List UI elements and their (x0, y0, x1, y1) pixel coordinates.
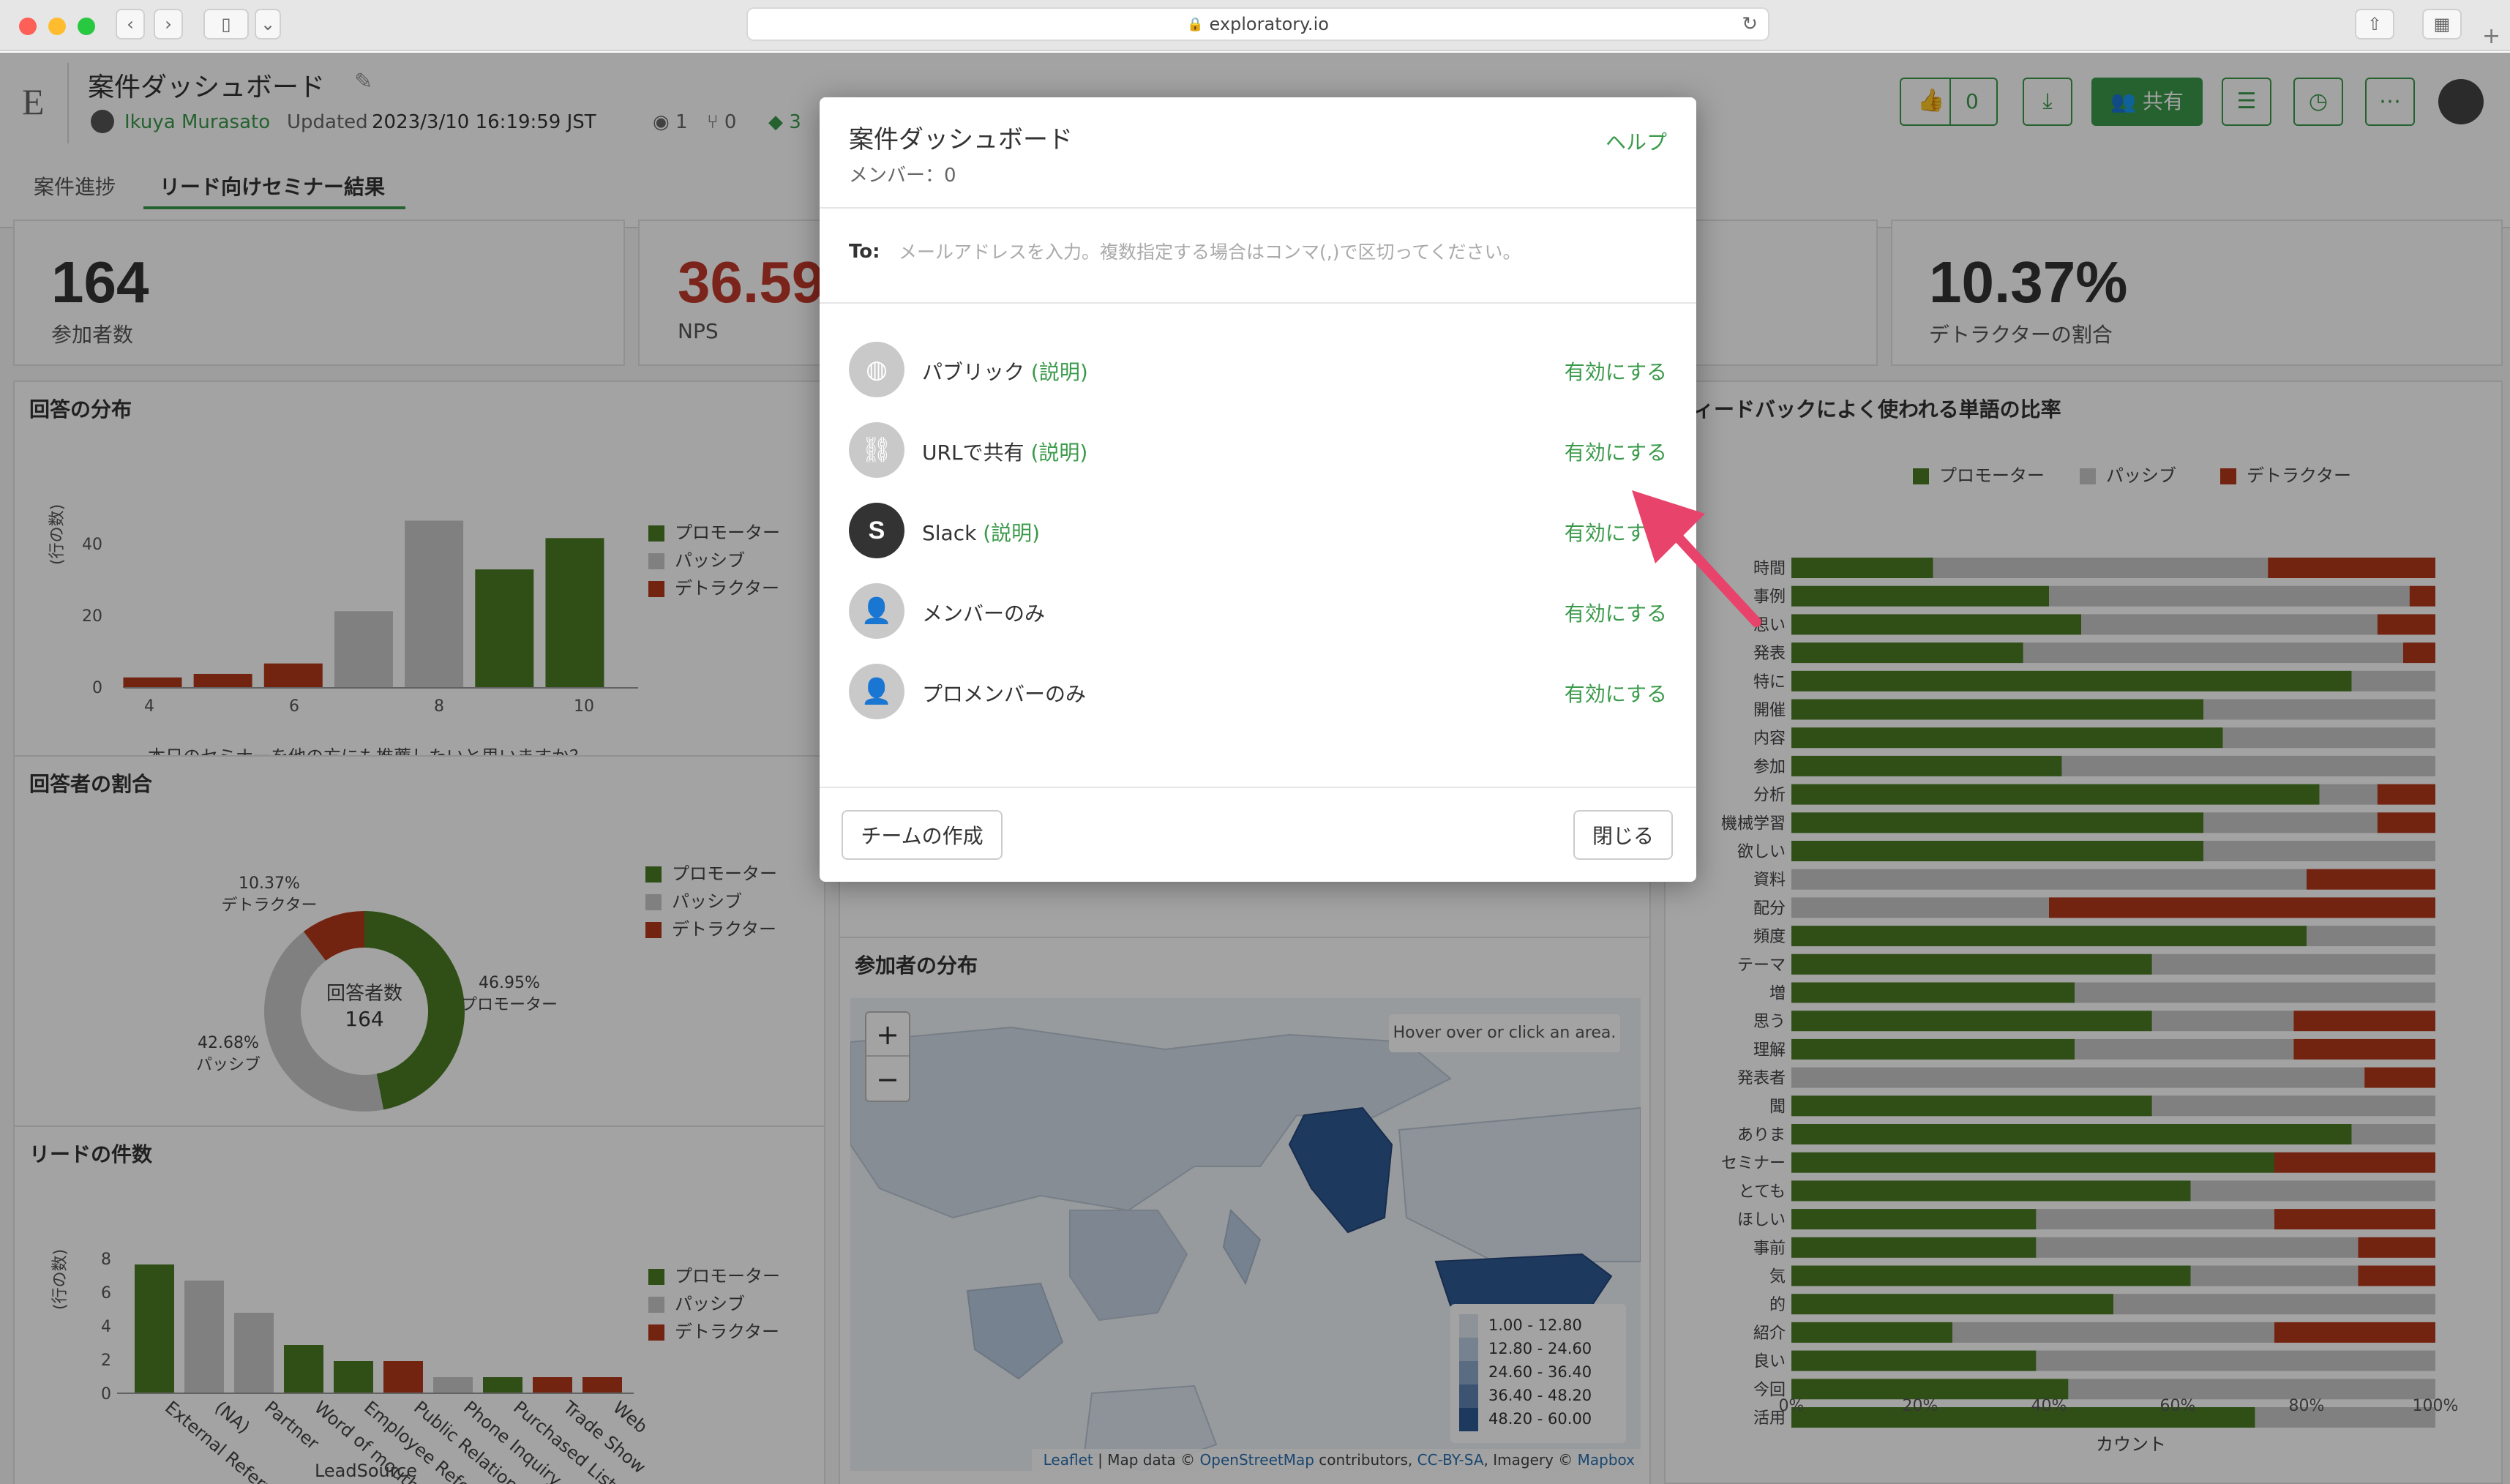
sidebar-menu-button[interactable]: ⌄ (255, 9, 281, 40)
option-label: URLで共有 (説明) (922, 441, 1088, 465)
minimize-window-button[interactable] (48, 18, 66, 35)
tab-overview-button[interactable]: ▦ (2422, 9, 2462, 40)
chevron-down-icon: ⌄ (260, 14, 276, 34)
grid-icon: ▦ (2433, 14, 2451, 34)
sidebar-icon: ▯ (221, 14, 231, 34)
modal-divider (820, 302, 1696, 304)
chevron-right-icon: › (165, 14, 172, 34)
option-label: プロメンバーのみ (922, 682, 1087, 706)
explain-link[interactable]: (説明) (1030, 441, 1087, 465)
member-lock-icon: 👤 (849, 583, 904, 639)
address-bar[interactable]: 🔒 exploratory.io ↻ (746, 7, 1769, 41)
email-input[interactable]: メールアドレスを入力。複数指定する場合はコンマ(,)で区切ってください。 (899, 238, 1667, 267)
close-button[interactable]: 閉じる (1573, 810, 1673, 860)
option-label: Slack (説明) (922, 521, 1041, 545)
enable-url-link[interactable]: 有効にする (1565, 437, 1667, 466)
option-label: パブリック (説明) (922, 360, 1088, 384)
help-link[interactable]: ヘルプ (1606, 127, 1667, 156)
option-label: メンバーのみ (922, 602, 1046, 626)
create-team-button[interactable]: チームの作成 (842, 810, 1003, 860)
new-tab-icon[interactable]: + (2482, 23, 2500, 49)
share-modal: 案件ダッシュボード メンバー：0 ヘルプ To: メールアドレスを入力。複数指定… (820, 97, 1696, 882)
share-option-members: 👤 メンバーのみ 有効にする (849, 580, 1667, 639)
share-option-public: ◍ パブリック (説明) 有効にする (849, 339, 1667, 397)
globe-icon: ◍ (849, 342, 904, 397)
share-option-pro-members: 👤 プロメンバーのみ 有効にする (849, 661, 1667, 719)
enable-public-link[interactable]: 有効にする (1565, 356, 1667, 386)
forward-button[interactable]: › (154, 9, 183, 40)
link-icon: ⛓ (849, 422, 904, 478)
maximize-window-button[interactable] (78, 18, 95, 35)
share-browser-button[interactable]: ⇧ (2355, 9, 2394, 40)
share-icon: ⇧ (2367, 14, 2383, 34)
enable-pro-members-link[interactable]: 有効にする (1565, 678, 1667, 708)
modal-divider (820, 787, 1696, 788)
reload-icon[interactable]: ↻ (1742, 13, 1758, 35)
lock-icon: 🔒 (1187, 16, 1204, 32)
annotation-arrow (1632, 490, 1761, 627)
browser-titlebar: ‹ › ▯ ⌄ 🔒 exploratory.io ↻ ⇧ ▦ + (0, 0, 2510, 51)
to-label: To: (849, 241, 880, 263)
sidebar-toggle-button[interactable]: ▯ (203, 9, 249, 40)
url-text: exploratory.io (1209, 14, 1329, 34)
explain-link[interactable]: (説明) (1031, 360, 1088, 384)
pro-member-lock-icon: 👤 (849, 664, 904, 719)
arrow-shaft (1663, 522, 1761, 627)
chevron-left-icon: ‹ (127, 14, 134, 34)
modal-divider (820, 207, 1696, 209)
modal-members: メンバー：0 (849, 165, 956, 187)
close-window-button[interactable] (19, 18, 37, 35)
explain-link[interactable]: (説明) (983, 521, 1040, 545)
slack-icon: S (849, 503, 904, 558)
share-option-url: ⛓ URLで共有 (説明) 有効にする (849, 419, 1667, 478)
share-option-slack: S Slack (説明) 有効にする (849, 500, 1667, 558)
modal-title: 案件ダッシュボード (849, 125, 1073, 154)
back-button[interactable]: ‹ (116, 9, 145, 40)
